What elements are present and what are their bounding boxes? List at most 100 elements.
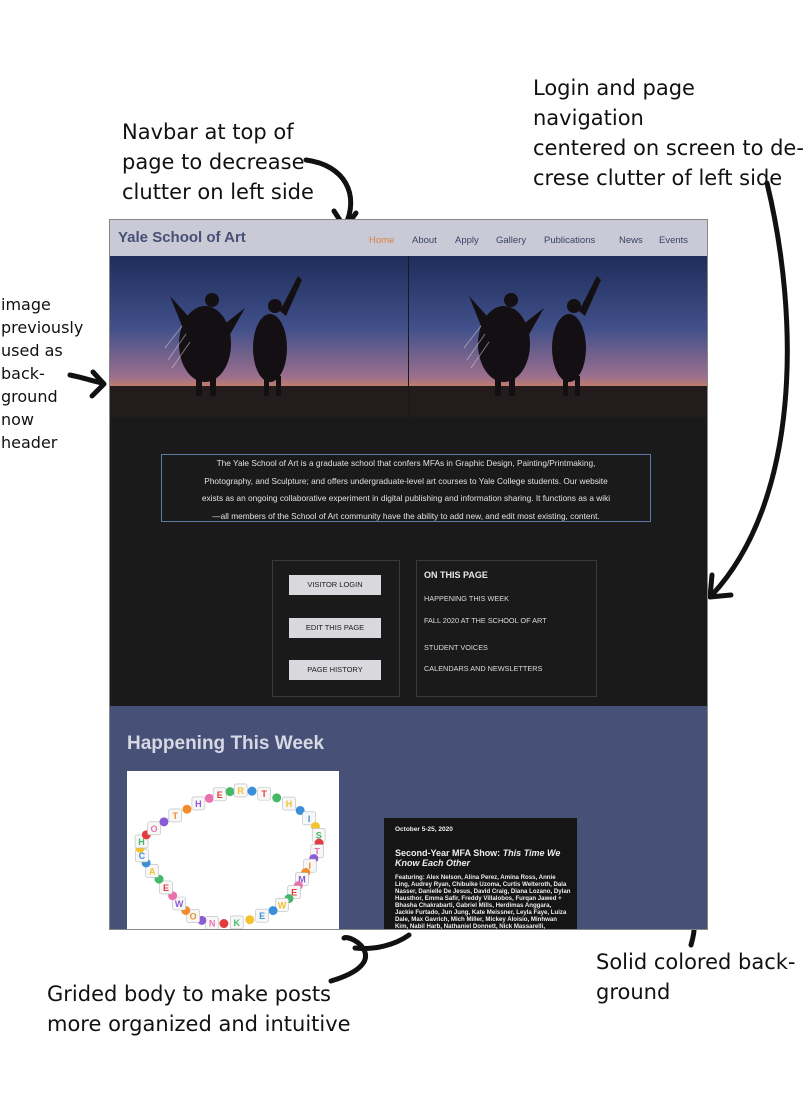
annotation-line: crese clutter of left side	[533, 166, 783, 190]
nav-about[interactable]: About	[412, 235, 437, 246]
intro-line: Photography, and Sculpture; and offers u…	[204, 475, 608, 486]
svg-text:E: E	[217, 790, 223, 800]
annotation-line: Login and page navigation	[533, 76, 695, 130]
color-bead	[245, 915, 255, 925]
intro-text-box: The Yale School of Art is a graduate sch…	[161, 454, 651, 522]
letter-bead: H	[282, 796, 296, 811]
annotation-line: centered on screen to de-	[533, 136, 804, 160]
image-arrowhead	[89, 369, 107, 399]
nav-publications[interactable]: Publications	[544, 235, 595, 246]
svg-text:T: T	[261, 789, 267, 799]
happening-section: Happening This Week THISTIMEWEKNOWEACHOT…	[110, 706, 707, 929]
annotation-line: now	[1, 410, 35, 429]
color-bead	[219, 919, 229, 929]
nav-gallery[interactable]: Gallery	[496, 235, 526, 246]
annotation-line: ground	[1, 387, 58, 406]
event-title: Second-Year MFA Show: This Time We Know …	[395, 848, 571, 868]
svg-text:N: N	[209, 918, 216, 928]
svg-text:H: H	[286, 799, 293, 809]
svg-text:I: I	[308, 814, 311, 824]
section-title: Happening This Week	[127, 733, 325, 754]
letter-bead: K	[229, 915, 244, 929]
annotation-line: image	[1, 295, 51, 314]
annotation-line: Navbar at top of	[122, 120, 294, 144]
grid-annotation: Grided body to make posts more organized…	[47, 979, 351, 1039]
annotation-line: clutter on left side	[122, 180, 314, 204]
color-bead	[225, 787, 235, 797]
annotation-line: Solid colored back-	[596, 950, 796, 974]
on-this-page-link[interactable]: HAPPENING THIS WEEK	[424, 594, 509, 603]
nav-events[interactable]: Events	[659, 235, 688, 246]
solid-bg-annotation: Solid colored back- ground	[596, 947, 796, 1007]
login-arrowhead	[707, 572, 734, 600]
intro-line: exists as an ongoing collaborative exper…	[201, 493, 611, 503]
annotation-line: ground	[596, 980, 671, 1004]
svg-text:O: O	[190, 912, 197, 922]
on-this-page-link[interactable]: STUDENT VOICES	[424, 643, 488, 652]
annotation-line: previously	[1, 318, 84, 337]
login-arrow	[709, 180, 790, 598]
nav-apply[interactable]: Apply	[455, 235, 479, 246]
navbar: Yale School of Art Home About Apply Gall…	[110, 220, 707, 256]
annotation-line: page to decrease	[122, 150, 305, 174]
event-title-text: Second-Year MFA Show:	[395, 848, 503, 858]
on-this-page-title: ON THIS PAGE	[424, 570, 488, 580]
event-description: Featuring: Alex Nelson, Alina Perez, Ami…	[395, 874, 571, 930]
letter-bead: W	[275, 897, 289, 912]
edit-page-button[interactable]: EDIT THIS PAGE	[289, 618, 381, 638]
letter-bead: E	[159, 880, 173, 895]
letter-bead: N	[205, 916, 219, 929]
svg-text:R: R	[237, 786, 244, 796]
on-this-page-link[interactable]: CALENDARS AND NEWSLETTERS	[424, 664, 542, 673]
letter-bead: E	[212, 787, 227, 802]
header-image	[110, 256, 707, 417]
navbar-annotation: Navbar at top of page to decrease clutte…	[122, 117, 314, 207]
login-panel: VISITOR LOGIN EDIT THIS PAGE PAGE HISTOR…	[272, 560, 400, 697]
event-date: October 5-25, 2020	[395, 826, 453, 833]
page-history-button[interactable]: PAGE HISTORY	[289, 660, 381, 680]
post-image-bracelet[interactable]: THISTIMEWEKNOWEACHOTHER	[127, 771, 339, 929]
svg-text:E: E	[259, 911, 265, 921]
annotation-line: more organized and intuitive	[47, 1012, 351, 1036]
letter-bead: E	[255, 908, 269, 923]
on-this-page-link[interactable]: FALL 2020 AT THE SCHOOL OF ART	[424, 616, 547, 625]
letter-bead: T	[257, 786, 271, 801]
annotation-line: header	[1, 433, 58, 452]
letter-bead: H	[191, 796, 206, 811]
nav-home[interactable]: Home	[369, 235, 394, 246]
nav-news[interactable]: News	[619, 235, 643, 246]
color-bead	[268, 906, 278, 916]
color-bead	[204, 793, 214, 803]
letter-bead: O	[147, 821, 161, 836]
annotation-line: used as	[1, 341, 63, 360]
svg-text:K: K	[233, 918, 240, 928]
website-mockup: Yale School of Art Home About Apply Gall…	[109, 219, 708, 930]
grid-arrow	[328, 932, 412, 984]
site-logo[interactable]: Yale School of Art	[118, 229, 246, 246]
annotation-line: Grided body to make posts	[47, 982, 331, 1006]
on-this-page-panel: ON THIS PAGE HAPPENING THIS WEEK FALL 20…	[416, 560, 597, 697]
color-bead	[247, 786, 257, 796]
svg-text:A: A	[149, 866, 156, 876]
header-image-panel	[110, 256, 408, 417]
image-annotation: image previously used as back- ground no…	[1, 293, 83, 454]
bracelet-illustration: THISTIMEWEKNOWEACHOTHE R	[134, 783, 326, 929]
visitor-login-button[interactable]: VISITOR LOGIN	[289, 575, 381, 595]
annotation-line: back-	[1, 364, 45, 383]
svg-text:E: E	[163, 883, 169, 893]
letter-bead: T	[168, 808, 183, 823]
letter-bead: R	[233, 783, 248, 798]
header-image-panel	[409, 256, 707, 417]
svg-text:W: W	[175, 899, 184, 909]
intro-line: The Yale School of Art is a graduate sch…	[216, 458, 596, 468]
color-bead	[272, 793, 282, 803]
svg-text:O: O	[151, 824, 158, 834]
intro-line: —all members of the School of Art commun…	[212, 510, 600, 521]
svg-text:W: W	[278, 900, 287, 910]
login-annotation: Login and page navigation centered on sc…	[533, 73, 812, 193]
svg-text:H: H	[195, 799, 202, 809]
event-card[interactable]: October 5-25, 2020 Second-Year MFA Show:…	[384, 818, 577, 930]
color-bead	[159, 817, 169, 827]
svg-text:T: T	[173, 811, 179, 821]
color-bead	[182, 804, 192, 814]
